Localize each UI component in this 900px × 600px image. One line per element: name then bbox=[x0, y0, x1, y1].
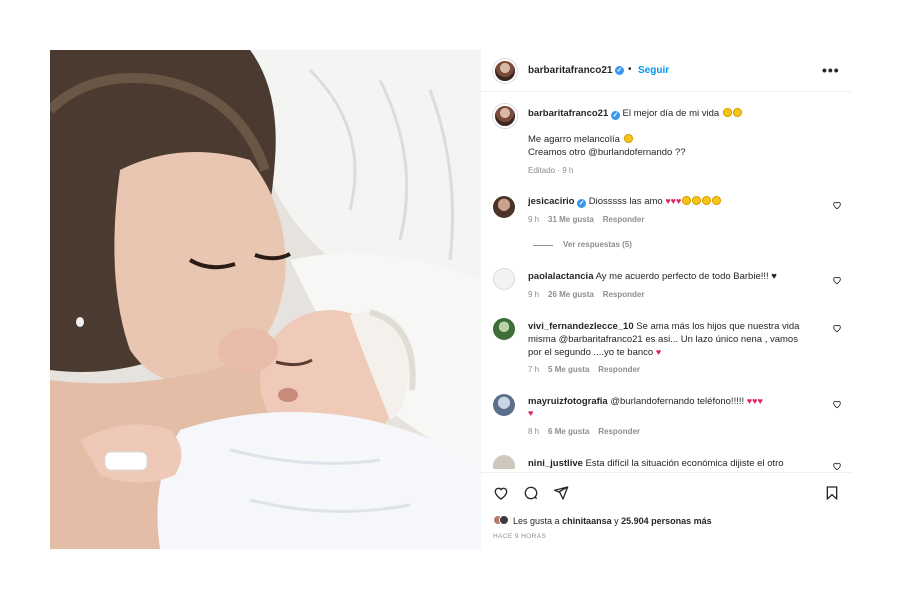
likes-user[interactable]: chinitaansa bbox=[562, 516, 612, 526]
comment-time: 8 h bbox=[528, 427, 540, 436]
comment-avatar[interactable] bbox=[493, 455, 515, 469]
comment-text: Diosssss las amo bbox=[588, 196, 663, 207]
comment-body: vivi_fernandezlecce_10 Se ama más los hi… bbox=[528, 320, 799, 333]
comment-username[interactable]: mayruizfotografia bbox=[528, 396, 608, 407]
comment-like-icon[interactable] bbox=[832, 200, 842, 210]
follow-button[interactable]: Seguir bbox=[638, 65, 669, 76]
likes-count[interactable]: 25.904 personas más bbox=[621, 516, 712, 526]
caption-line-3: Creamos otro @burlandofernando ?? bbox=[528, 147, 686, 158]
more-options-icon[interactable]: ••• bbox=[822, 62, 840, 78]
comment-body: paolalactancia Ay me acuerdo perfecto de… bbox=[528, 270, 777, 283]
replies-divider bbox=[533, 245, 553, 246]
comment-text-line-2: ♥ bbox=[528, 407, 533, 420]
post-header: barbaritafranco21 ✓ • Seguir ••• bbox=[481, 50, 851, 92]
comment-like-icon[interactable] bbox=[832, 461, 842, 471]
comment-text: Ay me acuerdo perfecto de todo Barbie!!!… bbox=[595, 271, 777, 282]
caption-meta: Editado · 9 h bbox=[528, 166, 574, 175]
likes-prefix: Les gusta a bbox=[513, 516, 560, 526]
comment-text-line-3-text: por el segundo ....yo te banco bbox=[528, 347, 654, 358]
comment-avatar[interactable] bbox=[493, 268, 515, 290]
comment-text: Se ama más los hijos que nuestra vida bbox=[636, 321, 800, 332]
likes-connector: y bbox=[614, 516, 619, 526]
comment-time: 9 h bbox=[528, 215, 540, 224]
comment-text: @burlandofernando teléfono!!!!! bbox=[610, 396, 745, 407]
reply-button[interactable]: Responder bbox=[603, 290, 645, 299]
comment-avatar[interactable] bbox=[493, 196, 515, 218]
post-photo[interactable] bbox=[50, 50, 481, 549]
post-side-panel: barbaritafranco21 ✓ • Seguir ••• barbari… bbox=[481, 50, 851, 549]
caption-avatar[interactable] bbox=[493, 104, 517, 128]
comment-time: 7 h bbox=[528, 365, 540, 374]
comment-username[interactable]: jesicacirio bbox=[528, 196, 574, 207]
send-icon[interactable] bbox=[553, 485, 569, 501]
comment-username[interactable]: nini_justlive bbox=[528, 458, 583, 469]
heart-icon[interactable] bbox=[493, 485, 509, 501]
likes-summary: Les gusta a chinitaansa y 25.904 persona… bbox=[513, 516, 712, 526]
mother-and-newborn-photo bbox=[50, 50, 481, 549]
comment-like-icon[interactable] bbox=[832, 323, 842, 333]
comment-username[interactable]: vivi_fernandezlecce_10 bbox=[528, 321, 634, 332]
comment-text-line-3: por el segundo ....yo te banco ♥ bbox=[528, 346, 661, 359]
comment-username[interactable]: paolalactancia bbox=[528, 271, 593, 282]
comment-meta: 9 h 26 Me gusta Responder bbox=[528, 290, 645, 299]
face-emoji-icon bbox=[732, 108, 742, 117]
bookmark-icon[interactable] bbox=[824, 485, 840, 501]
comment-icon[interactable] bbox=[523, 485, 539, 501]
comment-body: mayruizfotografia @burlandofernando telé… bbox=[528, 395, 763, 408]
melancholy-emoji-icon bbox=[623, 134, 633, 143]
liker-avatar bbox=[499, 515, 509, 525]
comment-likes[interactable]: 6 Me gusta bbox=[548, 427, 589, 436]
caption-text: El mejor día de mi vida bbox=[622, 108, 720, 119]
comment-time: 9 h bbox=[528, 290, 540, 299]
comment-likes[interactable]: 31 Me gusta bbox=[548, 215, 594, 224]
comment-text-line-2: misma @barbaritafranco21 es asi... Un la… bbox=[528, 334, 798, 345]
author-avatar[interactable] bbox=[493, 59, 517, 83]
caption-username[interactable]: barbaritafranco21 bbox=[528, 108, 608, 119]
heart-eyes-emoji-icon bbox=[682, 196, 692, 205]
heart-eyes-emoji-icon bbox=[702, 196, 712, 205]
comment-meta: 7 h 5 Me gusta Responder bbox=[528, 365, 640, 374]
comment-likes[interactable]: 26 Me gusta bbox=[548, 290, 594, 299]
comment-like-icon[interactable] bbox=[832, 399, 842, 409]
heart-emoji-icon: ♥♥♥ bbox=[665, 196, 682, 206]
comment-body: jesicacirio ✓ Diosssss las amo ♥♥♥ bbox=[528, 195, 722, 208]
heart-eyes-emoji-icon bbox=[712, 196, 722, 205]
post-timestamp: HACE 9 HORAS bbox=[493, 533, 547, 540]
reply-button[interactable]: Responder bbox=[598, 427, 640, 436]
comment-meta: 8 h 6 Me gusta Responder bbox=[528, 427, 640, 436]
heart-emoji-icon: ♥♥♥ bbox=[746, 396, 763, 406]
caption-verified-icon: ✓ bbox=[610, 111, 620, 120]
caption-line-2-text: Me agarro melancolía bbox=[528, 134, 620, 145]
comment-meta: 9 h 31 Me gusta Responder bbox=[528, 215, 645, 224]
comment-body: nini_justlive Esta difícil la situación … bbox=[528, 457, 828, 470]
comment-text: Esta difícil la situación económica diji… bbox=[585, 458, 784, 469]
heart-eyes-emoji-icon bbox=[692, 196, 702, 205]
author-username[interactable]: barbaritafranco21 bbox=[528, 65, 612, 76]
caption-first-line: barbaritafranco21 ✓ El mejor día de mi v… bbox=[528, 107, 742, 120]
post-actions-bar: Les gusta a chinitaansa y 25.904 persona… bbox=[481, 472, 851, 549]
heart-eyes-emoji-icon bbox=[722, 108, 732, 117]
header-separator: • bbox=[628, 64, 632, 75]
comment-avatar[interactable] bbox=[493, 394, 515, 416]
reply-button[interactable]: Responder bbox=[603, 215, 645, 224]
heart-emoji-icon: ♥ bbox=[528, 408, 534, 418]
caption-line-2: Me agarro melancolía bbox=[528, 133, 633, 146]
reply-button[interactable]: Responder bbox=[598, 365, 640, 374]
comment-avatar[interactable] bbox=[493, 318, 515, 340]
comment-likes[interactable]: 5 Me gusta bbox=[548, 365, 589, 374]
comment-like-icon[interactable] bbox=[832, 275, 842, 285]
verified-icon: ✓ bbox=[615, 66, 624, 75]
view-replies-button[interactable]: Ver respuestas (5) bbox=[563, 240, 632, 249]
heart-emoji-icon: ♥ bbox=[655, 347, 662, 357]
verified-icon: ✓ bbox=[577, 199, 587, 208]
